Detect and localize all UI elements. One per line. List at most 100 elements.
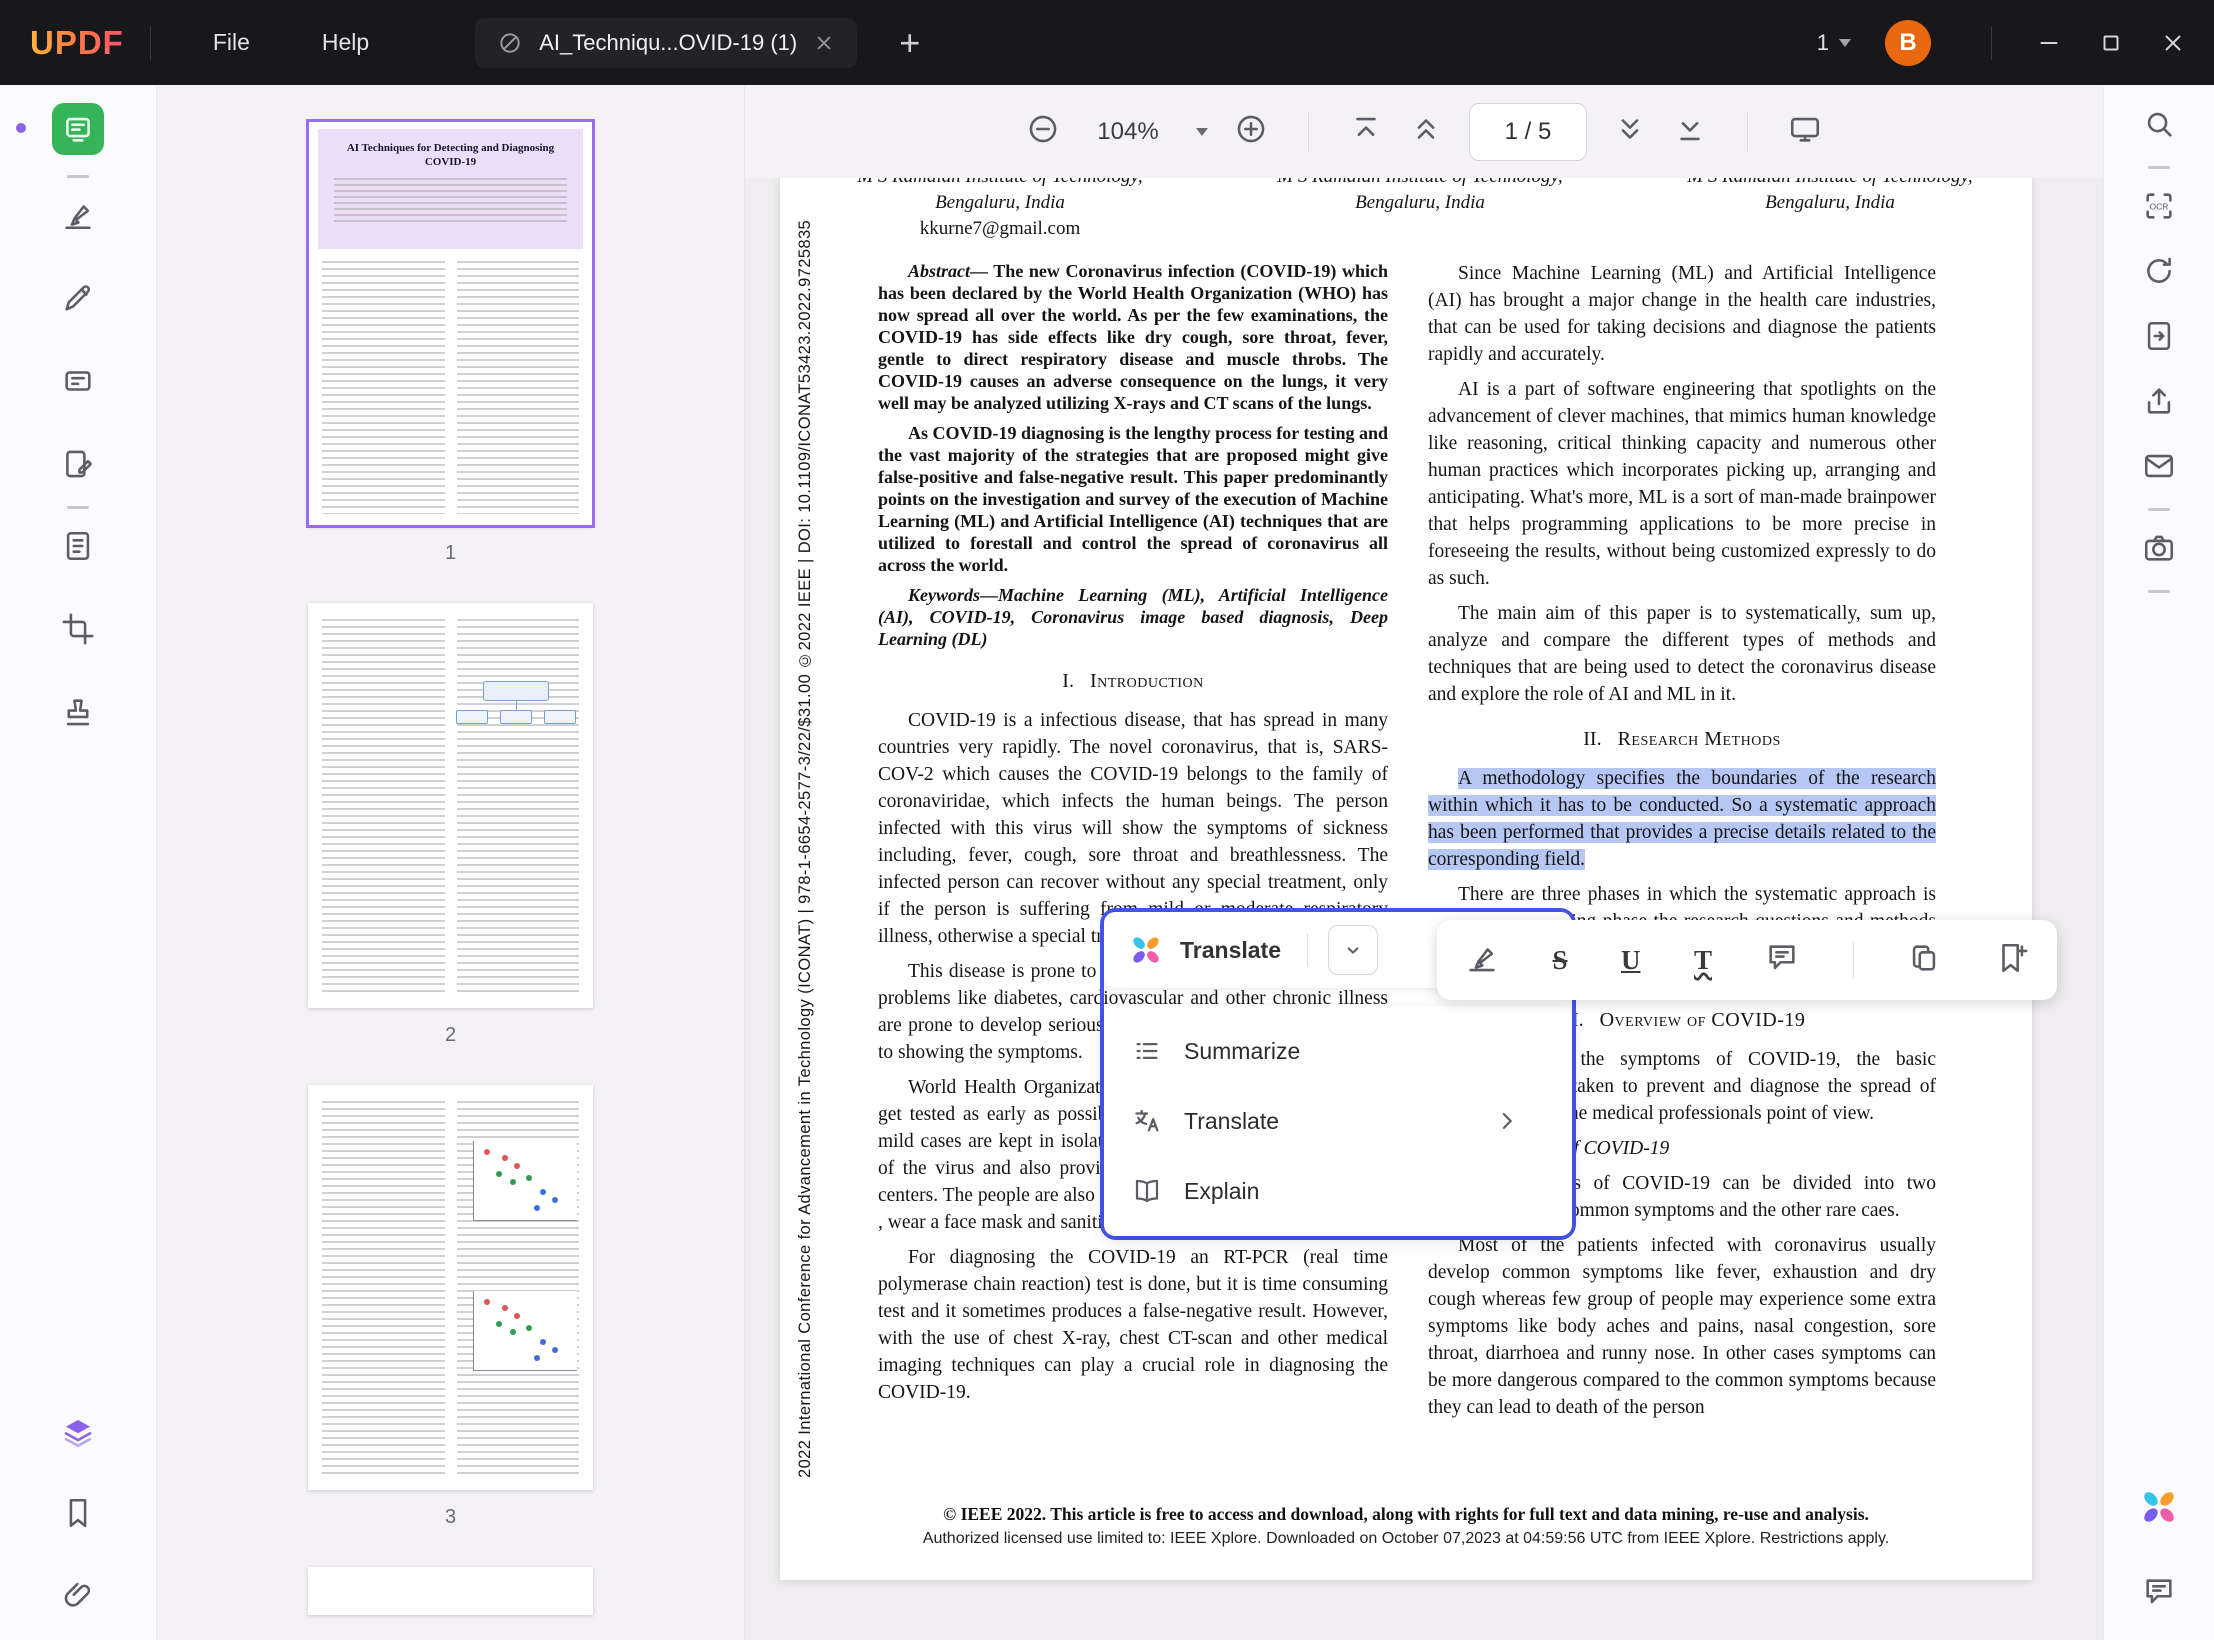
squiggly-underline-button[interactable]: T [1694, 945, 1712, 976]
ai-popup-divider [1307, 934, 1308, 966]
thumbnail-item: 3 [308, 1085, 593, 1529]
zoom-dropdown-icon[interactable] [1196, 128, 1208, 142]
pdf-page: 2022 International Conference for Advanc… [780, 178, 2032, 1580]
menu-help[interactable]: Help [286, 29, 405, 56]
rotate-page-button[interactable] [2142, 254, 2176, 293]
thumbnail-page-number: 3 [444, 1506, 457, 1528]
mail-icon [2144, 454, 2174, 478]
avatar[interactable]: B [1885, 19, 1931, 66]
rail-divider [2148, 166, 2170, 169]
thumbnail-panel: AI Techniques for Detecting and Diagnosi… [157, 85, 745, 1640]
previous-page-icon [1417, 119, 1435, 139]
highlighter-icon [65, 205, 91, 230]
highlight-button[interactable] [1465, 941, 1499, 980]
comment-button[interactable] [1765, 941, 1799, 980]
thumbnail-item: AI Techniques for Detecting and Diagnosi… [306, 119, 595, 565]
menu-file[interactable]: File [177, 29, 286, 56]
maximize-button[interactable] [2080, 30, 2142, 56]
thumbnail-title-band: AI Techniques for Detecting and Diagnosi… [318, 129, 583, 249]
minimize-button[interactable] [2018, 30, 2080, 56]
paragraph: Since Machine Learning (ML) and Artifici… [1428, 263, 1936, 365]
comments-panel-button[interactable] [2142, 1575, 2176, 1614]
chevron-down-icon [1839, 39, 1851, 53]
bookmark-panel-button[interactable] [61, 1496, 95, 1535]
paragraph-with-selection: A methodology specifies the boundaries o… [1428, 765, 1936, 873]
close-button[interactable] [2142, 30, 2204, 56]
toolbar-divider [1747, 112, 1748, 151]
ocr-button[interactable]: OCR [2142, 189, 2176, 228]
edit-text-tool-button[interactable] [61, 529, 95, 568]
thumbnail-page-3[interactable] [308, 1085, 593, 1490]
page-footer: © IEEE 2022. This article is free to acc… [780, 1500, 2032, 1558]
affiliation-block: M S Ramaiah Institute of Technology, Ben… [1277, 178, 1562, 213]
zoom-in-button[interactable] [1234, 112, 1268, 151]
abstract-paragraph: Abstract— The new Coronavirus infection … [878, 261, 1388, 413]
menu-item-summarize[interactable]: Summarize [1104, 1016, 1572, 1086]
previous-page-button[interactable] [1409, 112, 1443, 151]
ocr-icon: OCR [2146, 193, 2172, 219]
rotate-icon [2147, 257, 2171, 283]
thumbnail-page-number: 1 [444, 542, 457, 564]
thumbnail-scatter-plot [473, 1141, 577, 1221]
next-page-button[interactable] [1613, 112, 1647, 151]
document-tab[interactable]: AI_Techniqu...OVID-19 (1) [475, 17, 858, 68]
share-icon [2147, 388, 2171, 414]
reader-mode-button[interactable] [52, 103, 104, 155]
chevron-down-icon [1347, 947, 1359, 954]
highlighter-tool-button[interactable] [61, 198, 95, 237]
copy-button[interactable] [1907, 941, 1941, 980]
page-indicator[interactable]: 1 / 5 [1469, 102, 1587, 161]
last-page-button[interactable] [1673, 112, 1707, 151]
paragraph: AI is a part of software engineering tha… [1428, 379, 1936, 589]
pen-tool-button[interactable] [61, 281, 95, 320]
menu-item-label: Explain [1184, 1177, 1260, 1204]
annotate-tool-button[interactable] [61, 447, 95, 486]
extract-page-button[interactable] [2142, 319, 2176, 358]
form-field-tool-button[interactable] [61, 364, 95, 403]
ai-action-dropdown[interactable] [1328, 925, 1378, 975]
left-tool-rail [0, 85, 157, 1640]
rail-divider [67, 175, 89, 178]
updf-ai-button[interactable] [2138, 1486, 2180, 1533]
zoom-out-button[interactable] [1026, 112, 1060, 151]
screenshot-button[interactable] [2142, 531, 2176, 570]
footer-copyright: © IEEE 2022. This article is free to acc… [943, 1504, 1869, 1524]
open-files-count[interactable]: 1 [1817, 30, 1851, 56]
thumbnail-page-1[interactable]: AI Techniques for Detecting and Diagnosi… [306, 119, 595, 528]
menu-item-explain[interactable]: Explain [1104, 1156, 1572, 1226]
thumbnail-text-placeholder [322, 619, 579, 996]
menu-item-translate[interactable]: Translate [1104, 1086, 1572, 1156]
search-button[interactable] [2142, 107, 2176, 146]
attachment-panel-button[interactable] [61, 1577, 95, 1616]
crop-tool-button[interactable] [61, 612, 95, 651]
first-page-button[interactable] [1349, 112, 1383, 151]
thumbnail-page-number: 2 [444, 1024, 457, 1046]
crop-icon [62, 613, 94, 645]
document-toolbar: 104% 1 / 5 [745, 85, 2103, 178]
thumbnail-page-4-partial[interactable] [308, 1567, 593, 1615]
zoom-level[interactable]: 104% [1086, 118, 1170, 146]
last-page-icon [1680, 122, 1700, 141]
author-email: kkurne7@gmail.com [919, 218, 1081, 239]
thumbnail-page-2[interactable] [308, 603, 593, 1008]
page-organize-button[interactable] [61, 1415, 95, 1454]
titlebar: UPDF File Help AI_Techniqu...OVID-19 (1)… [0, 0, 2214, 85]
share-button[interactable] [2142, 384, 2176, 423]
strikethrough-button[interactable]: S [1552, 945, 1567, 976]
reader-mode-icon [66, 117, 90, 142]
underline-button[interactable]: U [1621, 945, 1641, 976]
stamp-tool-button[interactable] [61, 695, 95, 734]
right-column: Since Machine Learning (ML) and Artifici… [1428, 260, 1936, 1498]
presentation-mode-button[interactable] [1788, 112, 1822, 151]
selection-format-bar: S U T [1437, 920, 2057, 1000]
add-bookmark-button[interactable] [1995, 941, 2029, 980]
tab-close-icon[interactable] [813, 32, 835, 54]
mail-button[interactable] [2142, 449, 2176, 488]
selected-text: A methodology specifies the boundaries o… [1428, 768, 1936, 870]
left-column: Abstract— The new Coronavirus infection … [878, 260, 1388, 1498]
section-heading-2: II. Research Methods [1583, 728, 1781, 750]
new-tab-button[interactable]: + [899, 24, 920, 61]
stamp-icon [66, 699, 90, 726]
comment-icon [1769, 944, 1796, 969]
zoom-out-icon [1029, 115, 1057, 143]
